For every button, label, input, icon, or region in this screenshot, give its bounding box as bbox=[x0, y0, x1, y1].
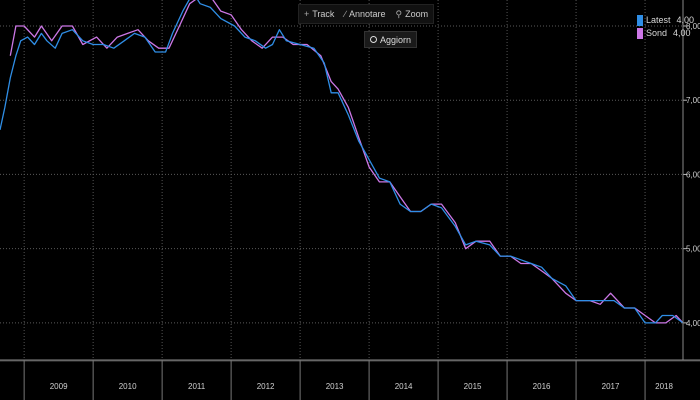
x-tick-label: 2010 bbox=[119, 382, 137, 391]
legend-swatch-sond bbox=[637, 28, 643, 39]
annotate-label: Annotare bbox=[348, 9, 386, 19]
y-tick-label: 7,00 bbox=[686, 96, 700, 105]
x-tick-label: 2016 bbox=[533, 382, 551, 391]
legend-item-latest[interactable]: Latest 4,00 bbox=[637, 14, 694, 27]
x-tick-label: 2013 bbox=[326, 382, 344, 391]
legend-name-sond: Sond bbox=[646, 28, 668, 38]
x-tick-label: 2009 bbox=[50, 382, 68, 391]
x-tick-label: 2014 bbox=[395, 382, 413, 391]
legend-swatch-latest bbox=[637, 15, 643, 26]
y-tick-label: 6,00 bbox=[686, 170, 700, 179]
pencil-icon: ∕ bbox=[344, 9, 346, 19]
track-label: Track bbox=[312, 9, 335, 19]
zoom-button[interactable]: ⚲ Zoom bbox=[390, 5, 433, 23]
refresh-button[interactable]: Aggiorn bbox=[364, 31, 418, 48]
y-tick-label: 5,00 bbox=[686, 245, 700, 254]
x-tick-label: 2011 bbox=[188, 382, 206, 391]
legend: Latest 4,00 Sond 4,00 bbox=[637, 14, 694, 40]
refresh-label: Aggiorn bbox=[380, 34, 412, 45]
chart-area: 4,005,006,007,008,00 2009 2010 2011 2012 201… bbox=[0, 0, 700, 400]
legend-value-sond: 4,00 bbox=[673, 28, 691, 38]
x-tick-label: 2012 bbox=[257, 382, 275, 391]
legend-item-sond[interactable]: Sond 4,00 bbox=[637, 27, 694, 40]
y-tick-label: 4,00 bbox=[686, 319, 700, 328]
x-tick-label: 2018 bbox=[655, 382, 673, 391]
chart-toolbar: + Track ∕ Annotare ⚲ Zoom bbox=[298, 4, 435, 24]
track-button[interactable]: + Track bbox=[299, 5, 339, 23]
magnifier-icon: ⚲ bbox=[395, 8, 403, 19]
refresh-icon bbox=[370, 36, 377, 43]
zoom-label: Zoom bbox=[405, 9, 429, 19]
crosshair-icon: + bbox=[304, 9, 310, 19]
annotate-button[interactable]: ∕ Annotare bbox=[339, 5, 390, 23]
x-tick-label: 2015 bbox=[464, 382, 482, 391]
x-tick-label: 2017 bbox=[602, 382, 620, 391]
legend-value-latest: 4,00 bbox=[676, 15, 695, 25]
legend-name-latest: Latest bbox=[646, 15, 671, 25]
